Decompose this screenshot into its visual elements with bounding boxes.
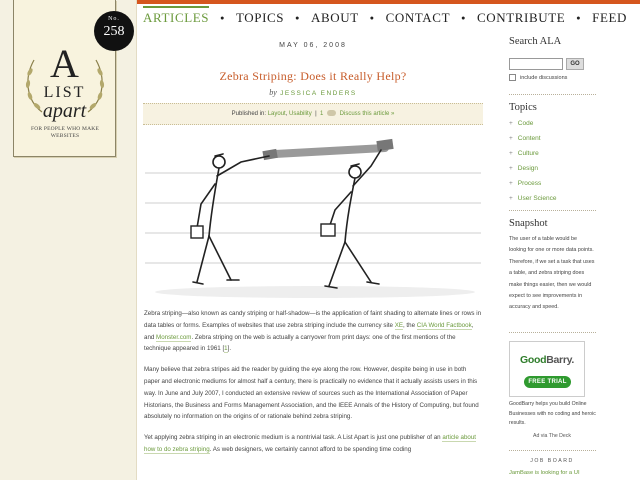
p1-text-b: , the <box>402 321 417 329</box>
main-navigation: ARTICLES ● TOPICS ● ABOUT ● CONTACT ● CO… <box>143 6 627 28</box>
article-body: Zebra striping—also known as candy strip… <box>144 308 482 465</box>
nav-separator: ● <box>576 14 582 22</box>
topic-process[interactable]: + Process <box>509 180 556 195</box>
nav-articles[interactable]: ARTICLES <box>143 6 210 26</box>
p3-text-b: . As web designers, we certainly cannot … <box>209 445 412 453</box>
nav-separator: ● <box>220 14 225 22</box>
nav-topics[interactable]: TOPICS <box>236 10 284 26</box>
snapshot-text: The user of a table would be looking for… <box>509 236 595 311</box>
comment-count[interactable]: 1 <box>320 111 323 117</box>
topic-label: Culture <box>517 150 539 157</box>
plus-icon: + <box>509 165 513 172</box>
job-listing-link[interactable]: JamBase is looking for a UI <box>509 470 595 476</box>
topic-label: Code <box>517 120 534 127</box>
article-title[interactable]: Zebra Striping: Does it Really Help? <box>143 69 483 84</box>
nav-contact[interactable]: CONTACT <box>386 10 451 26</box>
xe-link[interactable]: XE <box>394 321 403 330</box>
nav-separator: ● <box>295 14 300 22</box>
divider <box>509 450 596 451</box>
include-discussions-label: include discussions <box>520 74 568 81</box>
search-row: GO <box>509 58 584 70</box>
p1-text-e: ]. <box>227 345 232 353</box>
free-trial-button[interactable]: FREE TRIAL <box>524 376 571 388</box>
issue-label: No. <box>108 16 120 22</box>
paragraph-3: Yet applying zebra striping in an electr… <box>144 432 482 456</box>
goodbarry-ad[interactable]: GoodBarry. FREE TRIAL <box>509 341 585 397</box>
issue-number: 258 <box>103 24 125 39</box>
paragraph-2: Many believe that zebra stripes aid the … <box>144 366 479 421</box>
logo-tagline: FOR PEOPLE WHO MAKE WEBSITES <box>30 126 100 139</box>
paragraph-1: Zebra striping—also known as candy strip… <box>144 308 482 355</box>
search-input[interactable] <box>509 58 563 70</box>
nav-feed[interactable]: FEED <box>592 10 627 26</box>
divider <box>509 332 596 333</box>
monster-link[interactable]: Monster.com <box>156 333 192 342</box>
divider <box>509 210 596 211</box>
author-link[interactable]: JESSICA ENDERS <box>280 90 357 97</box>
topic-label: User Science <box>517 195 557 202</box>
topic-user-science[interactable]: + User Science <box>509 195 556 210</box>
topic-culture[interactable]: + Culture <box>509 150 556 165</box>
logo-letter-a: A <box>50 41 79 86</box>
nav-contribute[interactable]: CONTRIBUTE <box>477 10 565 26</box>
nav-about[interactable]: ABOUT <box>311 10 359 26</box>
snapshot-heading: Snapshot <box>509 218 548 229</box>
topic-label: Process <box>517 180 542 187</box>
plus-icon: + <box>509 195 513 202</box>
category-layout-link[interactable]: Layout <box>268 111 286 117</box>
plus-icon: + <box>509 120 513 127</box>
nav-separator: ● <box>369 14 375 22</box>
plus-icon: + <box>509 150 513 157</box>
published-in-box: Published in: Layout, Usability | 1 Disc… <box>143 103 483 125</box>
issue-badge[interactable]: No. 258 <box>94 11 134 51</box>
include-discussions-checkbox[interactable] <box>509 74 516 81</box>
logo-word-apart: apart <box>42 100 87 122</box>
sidebar: Search ALA GO include discussions Topics… <box>509 36 596 476</box>
search-heading: Search ALA <box>509 36 562 47</box>
topic-label: Content <box>517 135 541 142</box>
topics-heading: Topics <box>509 102 537 113</box>
cia-factbook-link[interactable]: CIA World Factbook <box>416 321 472 330</box>
topic-content[interactable]: + Content <box>509 135 556 150</box>
byline-by: by <box>269 88 277 97</box>
ad-via-the-deck[interactable]: Ad via The Deck <box>509 433 595 439</box>
topic-design[interactable]: + Design <box>509 165 556 180</box>
include-discussions-row: include discussions <box>509 74 567 81</box>
nav-separator: ● <box>461 14 466 22</box>
ad-logo-barry: Barry. <box>546 354 574 366</box>
p3-text-a: Yet applying zebra striping in an electr… <box>144 434 443 442</box>
topics-list: + Code + Content + Culture + Design + Process… <box>509 120 556 210</box>
article-byline: by JESSICA ENDERS <box>143 88 483 97</box>
topic-code[interactable]: + Code <box>509 120 556 135</box>
ad-logo-good: Good <box>520 354 547 366</box>
ad-description: GoodBarry helps you build Online Busines… <box>509 401 596 426</box>
comment-bubble-icon <box>326 110 336 116</box>
plus-icon: + <box>509 135 513 142</box>
plus-icon: + <box>509 180 513 187</box>
article-date: MAY 06, 2008 <box>279 42 347 49</box>
divider <box>509 94 596 95</box>
category-usability-link[interactable]: Usability <box>289 111 312 117</box>
article-illustration <box>145 138 481 298</box>
search-go-button[interactable]: GO <box>566 58 584 70</box>
p1-text-d: . Zebra striping on the web is actually … <box>144 333 456 353</box>
published-in-label: Published in: <box>231 111 267 117</box>
topic-label: Design <box>517 165 539 172</box>
job-board-heading: JOB BOARD <box>530 458 574 464</box>
goodbarry-logo: GoodBarry. <box>510 354 584 366</box>
discuss-link[interactable]: Discuss this article » <box>340 111 395 117</box>
